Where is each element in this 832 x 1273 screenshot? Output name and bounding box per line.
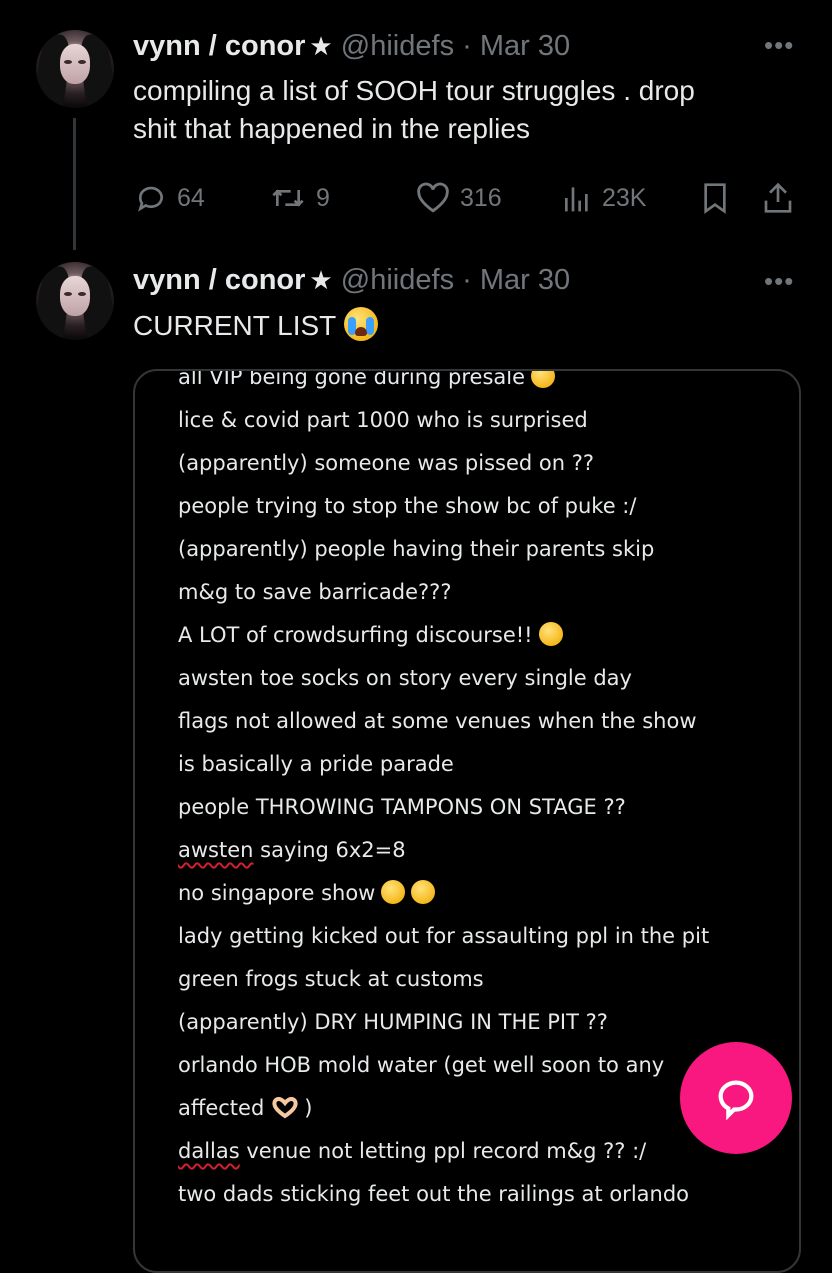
list-line-text: (apparently) DRY HUMPING IN THE PIT ?? [178, 1010, 608, 1034]
list-line-text: m&g to save barricade??? [178, 580, 452, 604]
bookmark-button[interactable] [702, 178, 728, 218]
list-line: all VIP being gone during presale [178, 369, 789, 399]
list-line-text: people THROWING TAMPONS ON STAGE ?? [178, 795, 626, 819]
list-line-text: is basically a pride parade [178, 752, 454, 776]
list-line: (apparently) someone was pissed on ?? [178, 442, 789, 485]
star-icon: ★ [309, 31, 333, 61]
list-line-text: two dads sticking feet out the railings … [178, 1182, 690, 1206]
frowning-face-emoji [538, 622, 563, 646]
list-line-text: affected [178, 1096, 265, 1120]
tweet-text-line: CURRENT LIST [133, 310, 336, 341]
list-line-text: green frogs stuck at customs [178, 967, 484, 991]
retweet-button[interactable]: 9 [270, 178, 330, 218]
compose-reply-button[interactable] [680, 1042, 792, 1154]
worried-face-icon [411, 880, 436, 904]
share-button[interactable] [762, 178, 794, 218]
list-line-text: lice & covid part 1000 who is surprised [178, 408, 588, 432]
misspelled-word: awsten [178, 838, 254, 862]
list-line-text: awsten toe socks on story every single d… [178, 666, 632, 690]
list-line-text: lady getting kicked out for assaulting p… [178, 924, 710, 948]
list-line: awsten toe socks on story every single d… [178, 657, 789, 700]
list-line-text: saying 6x2=8 [253, 838, 406, 862]
misspelled-word: dallas [178, 1139, 240, 1163]
worried-face-emoji [375, 880, 436, 905]
tweet-text-line: shit that happened in the replies [133, 113, 530, 144]
like-icon [417, 182, 449, 213]
like-count: 316 [460, 183, 502, 212]
list-line: awsten saying 6x2=8 [178, 829, 789, 872]
tweet-actions: 64 9 316 23K [0, 178, 832, 218]
list-line: no singapore show [178, 872, 789, 915]
retweet-count: 9 [316, 183, 330, 212]
reply-icon [138, 186, 163, 212]
list-line-suffix: ) [304, 1096, 313, 1120]
list-line: is basically a pride parade [178, 743, 789, 786]
list-line-text: no singapore show [178, 881, 376, 905]
display-name[interactable]: vynn / conor [133, 30, 305, 62]
list-line-text: all VIP being gone during presale [178, 369, 526, 389]
compose-reply-icon [718, 1080, 754, 1121]
more-icon[interactable]: ••• [764, 266, 794, 297]
list-line-text: orlando HOB mold water (get well soon to… [178, 1053, 665, 1077]
avatar[interactable] [36, 30, 114, 108]
list-line: people trying to stop the show bc of puk… [178, 485, 789, 528]
list-line: m&g to save barricade??? [178, 571, 789, 614]
share-icon [764, 182, 792, 213]
like-button[interactable]: 316 [416, 178, 502, 218]
list-line-text: flags not allowed at some venues when th… [178, 709, 697, 733]
list-line-text: people trying to stop the show bc of puk… [178, 494, 637, 518]
worried-face-icon [381, 880, 406, 904]
list-line: lady getting kicked out for assaulting p… [178, 915, 789, 958]
tweet-text: CURRENT LIST [133, 307, 378, 345]
views-button[interactable]: 23K [562, 178, 646, 218]
display-name[interactable]: vynn / conor [133, 264, 305, 296]
views-icon [565, 187, 588, 212]
list-line: lice & covid part 1000 who is surprised [178, 399, 789, 442]
list-line: people THROWING TAMPONS ON STAGE ?? [178, 786, 789, 829]
list-line: (apparently) people having their parents… [178, 528, 789, 571]
tweet-header: vynn / conor ★ @hiidefs · Mar 30 [133, 28, 570, 64]
list-line-text: A LOT of crowdsurfing discourse!! [178, 623, 533, 647]
retweet-icon [272, 189, 304, 207]
star-icon: ★ [309, 265, 333, 295]
list-line: two dads sticking feet out the railings … [178, 1173, 789, 1216]
more-icon[interactable]: ••• [764, 30, 794, 61]
crying-face-emoji [343, 307, 378, 341]
heart-hands-emoji [270, 1091, 304, 1119]
list-line: flags not allowed at some venues when th… [178, 700, 789, 743]
tweet-text-line: compiling a list of SOOH tour struggles … [133, 75, 695, 106]
handle-and-time[interactable]: @hiidefs · Mar 30 [341, 30, 570, 62]
list-line: (apparently) DRY HUMPING IN THE PIT ?? [178, 1001, 789, 1044]
list-line-text: venue not letting ppl record m&g ?? :/ [239, 1139, 647, 1163]
bookmark-icon [704, 183, 726, 214]
disappointed-face-emoji [531, 371, 556, 388]
list-line: green frogs stuck at customs [178, 958, 789, 1001]
list-line: A LOT of crowdsurfing discourse!! [178, 614, 789, 657]
views-count: 23K [602, 183, 647, 212]
handle-and-time[interactable]: @hiidefs · Mar 30 [341, 264, 570, 296]
tweet-header: vynn / conor ★ @hiidefs · Mar 30 [133, 262, 570, 298]
list-line-text: (apparently) people having their parents… [178, 537, 655, 561]
reply-button[interactable]: 64 [135, 178, 205, 218]
reply-count: 64 [177, 183, 205, 212]
tweet-text: compiling a list of SOOH tour struggles … [133, 72, 695, 148]
list-line-text: (apparently) someone was pissed on ?? [178, 451, 595, 475]
avatar[interactable] [36, 262, 114, 340]
